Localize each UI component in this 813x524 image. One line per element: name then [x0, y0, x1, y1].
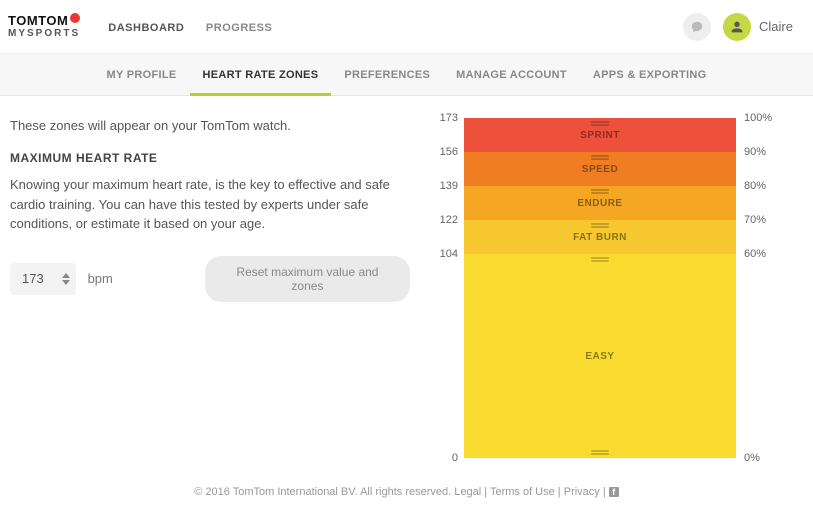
axis-right-tick: 60% — [744, 248, 766, 260]
stepper-up-icon[interactable] — [62, 273, 70, 278]
axis-left-tick: 173 — [440, 112, 458, 124]
axis-left-tick: 0 — [452, 452, 458, 464]
axis-right-tick: 0% — [744, 452, 760, 464]
tab-manage-account[interactable]: MANAGE ACCOUNT — [443, 55, 580, 95]
zone-handle-icon[interactable] — [591, 450, 609, 455]
zone-label: SPEED — [582, 164, 618, 175]
hr-stepper — [62, 273, 70, 285]
axis-right-tick: 70% — [744, 214, 766, 226]
max-hr-input[interactable] — [20, 270, 52, 287]
zone-label: SPRINT — [580, 130, 620, 141]
nav-dashboard[interactable]: DASHBOARD — [108, 22, 184, 34]
max-hr-description: Knowing your maximum heart rate, is the … — [10, 175, 390, 234]
avatar[interactable] — [723, 13, 751, 41]
zone-speed[interactable]: SPEED — [464, 152, 736, 186]
axis-left-tick: 139 — [440, 180, 458, 192]
footer: © 2016 TomTom International BV. All righ… — [0, 468, 813, 508]
zone-handle-icon[interactable] — [591, 155, 609, 160]
logo-text-bottom: MYSPORTS — [8, 29, 80, 39]
axis-right-tick: 90% — [744, 146, 766, 158]
logo-dot-icon — [70, 13, 80, 23]
zone-label: EASY — [585, 351, 614, 362]
hr-input-row: bpm Reset maximum value and zones — [10, 256, 410, 302]
axis-right-tick: 100% — [744, 112, 772, 124]
zone-label: ENDURE — [577, 198, 622, 209]
tab-my-profile[interactable]: MY PROFILE — [93, 55, 189, 95]
axis-right-tick: 80% — [744, 180, 766, 192]
nav-progress[interactable]: PROGRESS — [206, 22, 272, 34]
sub-nav: MY PROFILE HEART RATE ZONES PREFERENCES … — [0, 54, 813, 96]
footer-terms[interactable]: Terms of Use — [490, 486, 555, 498]
user-icon — [729, 19, 745, 35]
chart-body: SPRINT SPEED ENDURE FAT BURN EASY — [464, 118, 736, 458]
logo-text-top: TOMTOM — [8, 14, 68, 27]
logo[interactable]: TOMTOM MYSPORTS — [8, 14, 80, 39]
chart-axis-left: 1731561391221040 — [430, 118, 464, 458]
top-nav: DASHBOARD PROGRESS — [108, 19, 290, 34]
help-button[interactable] — [683, 13, 711, 41]
main-content: These zones will appear on your TomTom w… — [0, 96, 813, 468]
chat-bubble-icon — [690, 20, 704, 34]
zone-sprint[interactable]: SPRINT — [464, 118, 736, 152]
zone-label: FAT BURN — [573, 232, 627, 243]
max-hr-title: MAXIMUM HEART RATE — [10, 151, 410, 165]
header: TOMTOM MYSPORTS DASHBOARD PROGRESS Clair… — [0, 0, 813, 54]
stepper-down-icon[interactable] — [62, 280, 70, 285]
footer-copyright: © 2016 TomTom International BV. All righ… — [194, 486, 451, 498]
reset-button[interactable]: Reset maximum value and zones — [205, 256, 410, 302]
zone-handle-icon[interactable] — [591, 223, 609, 228]
zone-handle-icon[interactable] — [591, 257, 609, 262]
zone-endure[interactable]: ENDURE — [464, 186, 736, 220]
chart-axis-right: 100%90%80%70%60%0% — [736, 118, 774, 458]
tab-preferences[interactable]: PREFERENCES — [331, 55, 443, 95]
zone-handle-icon[interactable] — [591, 121, 609, 126]
tab-apps-exporting[interactable]: APPS & EXPORTING — [580, 55, 720, 95]
left-panel: These zones will appear on your TomTom w… — [10, 118, 410, 458]
facebook-icon[interactable]: f — [609, 487, 619, 497]
axis-left-tick: 156 — [440, 146, 458, 158]
tab-heart-rate-zones[interactable]: HEART RATE ZONES — [190, 55, 332, 95]
footer-legal[interactable]: Legal — [454, 486, 481, 498]
footer-privacy[interactable]: Privacy — [564, 486, 600, 498]
axis-left-tick: 122 — [440, 214, 458, 226]
zone-fatburn[interactable]: FAT BURN — [464, 220, 736, 254]
user-name[interactable]: Claire — [759, 19, 793, 34]
axis-left-tick: 104 — [440, 248, 458, 260]
zone-handle-icon[interactable] — [591, 189, 609, 194]
hr-zones-chart: 1731561391221040 SPRINTSPEEDENDUREFAT BU… — [430, 118, 780, 458]
logo-top: TOMTOM — [8, 14, 80, 27]
zone-easy[interactable]: EASY — [464, 254, 736, 458]
bpm-label: bpm — [88, 271, 113, 286]
intro-text: These zones will appear on your TomTom w… — [10, 118, 410, 133]
hr-input-wrap[interactable] — [10, 263, 76, 295]
